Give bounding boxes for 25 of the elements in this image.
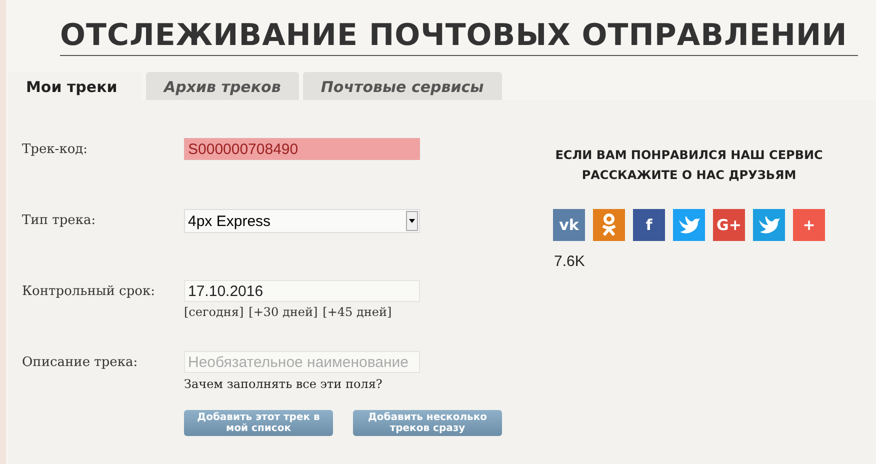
- share-button[interactable]: f: [633, 209, 665, 241]
- share-button[interactable]: vk: [553, 209, 585, 241]
- field-label: Тип трека:: [22, 212, 97, 230]
- input-field[interactable]: S000000708490: [184, 138, 420, 160]
- bird-icon[interactable]: [753, 209, 785, 241]
- tab[interactable]: Почтовые сервисы: [302, 72, 502, 100]
- page-title: ОТСЛЕЖИВАНИЕ ПОЧТОВЫХ ОТПРАВЛЕНИИ: [60, 18, 858, 56]
- tab[interactable]: Мои треки: [8, 72, 142, 100]
- person-icon[interactable]: [593, 209, 625, 241]
- help-link[interactable]: Зачем заполнять все эти поля?: [184, 377, 420, 391]
- field-label: Трек-код:: [22, 141, 89, 159]
- date-link[interactable]: [+45 дней]: [322, 305, 392, 319]
- input-field[interactable]: 17.10.2016: [184, 280, 420, 302]
- bird-icon[interactable]: [673, 209, 705, 241]
- date-link[interactable]: [сегодня]: [184, 305, 244, 319]
- date-link[interactable]: [+30 дней]: [248, 305, 318, 319]
- share-heading: ЕСЛИ ВАМ ПОНРАВИЛСЯ НАШ СЕРВИС: [555, 147, 823, 164]
- field-label: Контрольный срок:: [22, 283, 156, 301]
- tab[interactable]: Архив треков: [146, 72, 299, 100]
- field-label: Описание трека:: [22, 354, 139, 372]
- track-type-dropdown[interactable]: 4px Express: [184, 209, 420, 233]
- share-heading: РАССКАЖИТЕ О НАС ДРУЗЬЯМ: [582, 167, 796, 184]
- share-button[interactable]: G+: [713, 209, 745, 241]
- share-count: 7.6K: [554, 253, 585, 270]
- input-field[interactable]: Необязательное наименование: [184, 351, 420, 373]
